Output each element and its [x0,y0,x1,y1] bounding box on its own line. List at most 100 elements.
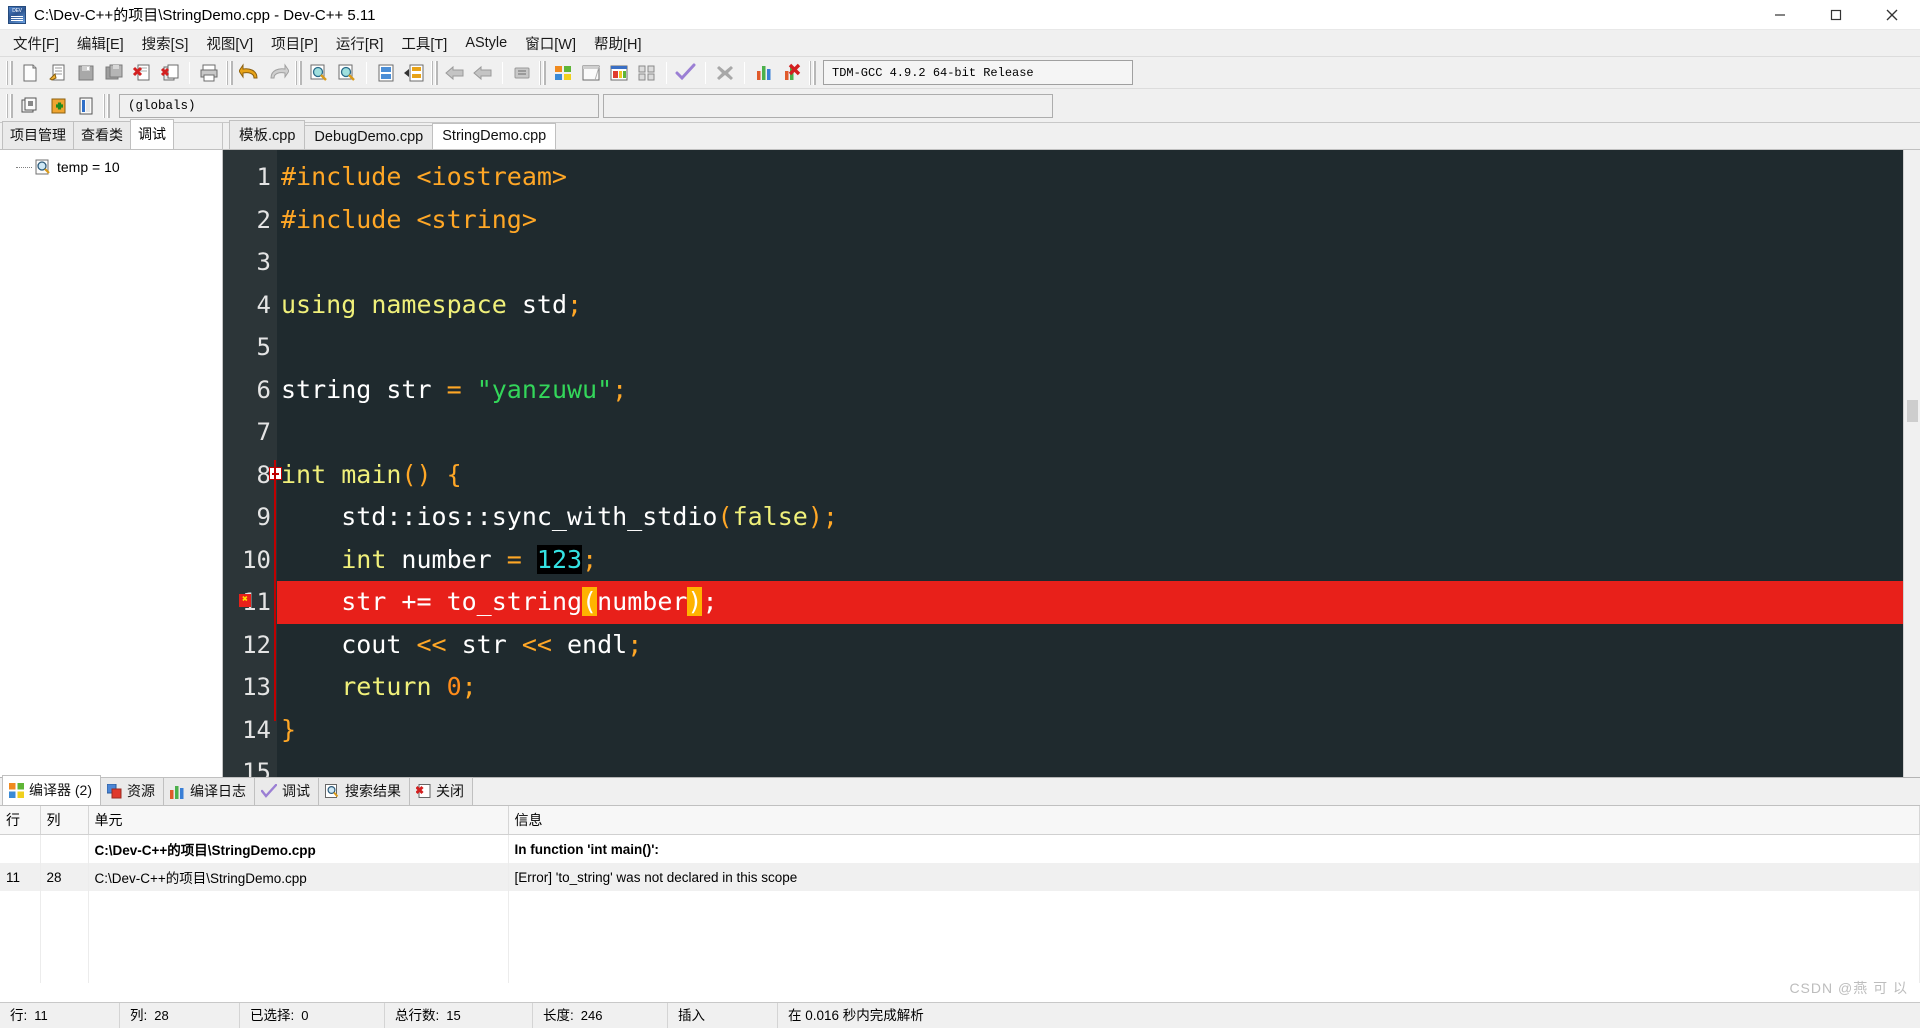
col-header-line[interactable]: 行 [0,806,41,835]
tab-debug-bottom[interactable]: 调试 [254,777,319,805]
scrollbar-thumb[interactable] [1907,400,1918,422]
forward-icon[interactable] [470,60,496,86]
syntax-check-icon[interactable] [673,60,699,86]
menu-search[interactable]: 搜索[S] [133,30,198,57]
code-line[interactable]: return 0; [277,666,1920,709]
line-number: 6 [256,375,271,404]
add-to-project-icon[interactable] [45,93,71,119]
find-icon[interactable] [306,60,332,86]
list-item[interactable]: temp = 10 [0,157,222,177]
menu-help[interactable]: 帮助[H] [585,30,651,57]
tab-resources[interactable]: 资源 [100,777,164,805]
new-project-icon[interactable] [17,93,43,119]
toolbar2-grip-2[interactable] [103,93,110,118]
tab-debug[interactable]: 调试 [130,119,174,149]
tab-class-browser[interactable]: 查看类 [73,121,131,149]
code-line[interactable] [277,241,1920,284]
table-cell-line [0,834,41,863]
editor-tab-debugdemo[interactable]: DebugDemo.cpp [304,125,434,149]
profile-icon[interactable] [751,60,777,86]
editor-vertical-scrollbar[interactable] [1903,150,1920,777]
line-number-gutter: 1 2 3 4 5 6 7 8 9 10 11 ✖ 12 13 14 15 [223,150,282,777]
toolbar-grip-5[interactable] [539,60,546,85]
menu-astyle[interactable]: AStyle [456,32,516,54]
toolbar2-grip[interactable] [6,93,13,118]
undo-icon[interactable] [237,60,263,86]
toolbar-grip-6[interactable] [809,60,816,85]
maximize-button[interactable] [1808,0,1864,30]
code-line[interactable] [277,326,1920,369]
tab-compiler[interactable]: 编译器 (2) [2,775,101,805]
print-icon[interactable] [196,60,222,86]
code-line[interactable]: #include <iostream> [277,156,1920,199]
table-row[interactable]: C:\Dev-C++的项目\StringDemo.cpp In function … [0,834,1920,863]
code-line[interactable] [277,411,1920,454]
save-icon[interactable] [73,60,99,86]
goto-line-icon[interactable] [373,60,399,86]
table-row[interactable]: 11 28 C:\Dev-C++的项目\StringDemo.cpp [Error] … [0,863,1920,891]
class-member-select[interactable] [603,93,1053,118]
menu-edit[interactable]: 编辑[E] [68,30,133,57]
menu-view[interactable]: 视图[V] [197,30,262,57]
tab-project-manager[interactable]: 项目管理 [2,121,74,149]
toolbar-grip-4[interactable] [431,60,438,85]
editor-tab-stringdemo[interactable]: StringDemo.cpp [432,123,557,149]
compile-run-icon[interactable] [606,60,632,86]
tab-compile-log[interactable]: 编译日志 [163,777,255,805]
toggle-icon[interactable] [509,60,535,86]
menu-tools[interactable]: 工具[T] [392,30,456,57]
table-cell-col: 28 [40,863,89,891]
code-line[interactable]: using namespace std; [277,284,1920,327]
code-line[interactable]: cout << str << endl; [277,624,1920,667]
back-icon[interactable] [442,60,468,86]
code-line-error[interactable]: str += to_string(number); [277,581,1920,624]
replace-icon[interactable] [334,60,360,86]
compile-icon[interactable] [550,60,576,86]
project-options-icon[interactable] [73,93,99,119]
new-file-icon[interactable] [17,60,43,86]
toolbar-separator-2 [366,61,367,84]
menu-run[interactable]: 运行[R] [327,30,393,57]
code-line[interactable]: } [277,709,1920,752]
debug-watch-list: temp = 10 [0,149,222,777]
code-line[interactable]: std::ios::sync_with_stdio(false); [277,496,1920,539]
code-editor[interactable]: 1 2 3 4 5 6 7 8 9 10 11 ✖ 12 13 14 15 #include <iostrea… [223,149,1920,777]
code-line[interactable] [277,751,1920,777]
close-file-icon[interactable] [129,60,155,86]
editor-tab-template[interactable]: 模板.cpp [229,120,306,149]
tab-close[interactable]: 关闭 [409,777,473,805]
toolbar-grip-3[interactable] [295,60,302,85]
close-all-icon[interactable] [157,60,183,86]
rebuild-icon[interactable] [634,60,660,86]
debug-stop-icon[interactable] [779,60,805,86]
code-line[interactable]: int main() { [277,454,1920,497]
stop-icon[interactable] [712,60,738,86]
col-header-unit[interactable]: 单元 [88,806,509,835]
code-content[interactable]: #include <iostream> #include <string> usi… [277,150,1920,777]
menu-window[interactable]: 窗口[W] [516,30,585,57]
col-header-col[interactable]: 列 [40,806,89,835]
save-all-icon[interactable] [101,60,127,86]
status-line: 行: 11 [0,1002,120,1028]
toolbar-grip[interactable] [6,60,13,85]
status-col-value: 28 [154,1007,169,1023]
globals-select[interactable]: (globals) [119,93,599,118]
code-line[interactable]: int number = 123; [277,539,1920,582]
run-icon[interactable] [578,60,604,86]
menu-project[interactable]: 项目[P] [262,30,327,57]
menu-file[interactable]: 文件[F] [4,30,68,57]
code-line[interactable]: #include <string> [277,199,1920,242]
goto-function-icon[interactable] [401,60,427,86]
code-token: <iostream> [416,162,567,191]
minimize-button[interactable] [1752,0,1808,30]
compiler-select[interactable]: TDM-GCC 4.9.2 64-bit Release [823,60,1133,85]
toolbar-grip-2[interactable] [226,60,233,85]
redo-icon[interactable] [265,60,291,86]
open-file-icon[interactable] [45,60,71,86]
error-marker-icon[interactable]: ✖ [239,594,251,607]
tab-search-results[interactable]: 搜索结果 [318,777,410,805]
col-header-message[interactable]: 信息 [508,806,1920,835]
close-button[interactable] [1864,0,1920,30]
code-line[interactable]: string str = "yanzuwu"; [277,369,1920,412]
editor-tabs: 模板.cpp DebugDemo.cpp StringDemo.cpp [223,120,1920,149]
